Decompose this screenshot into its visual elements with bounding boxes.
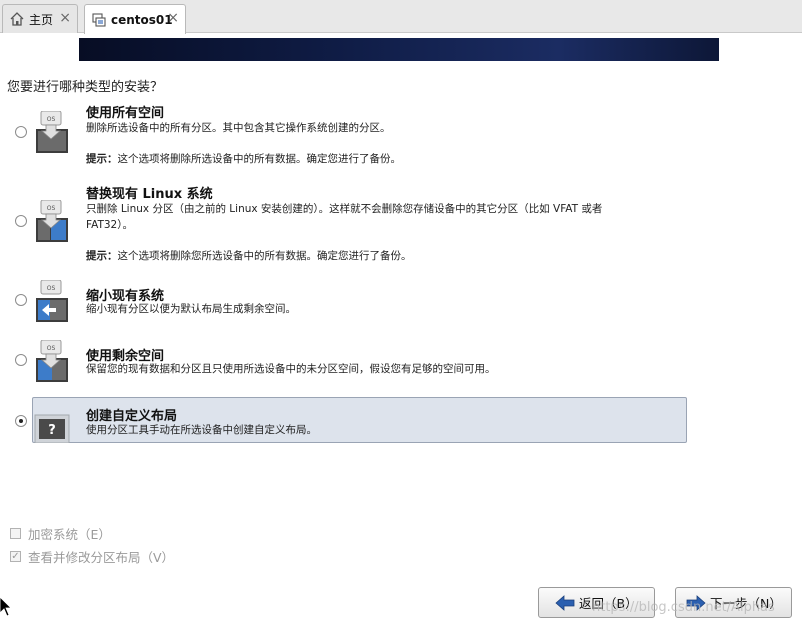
tab-centos01-label: centos01 bbox=[111, 12, 173, 27]
os-badge: OS bbox=[47, 205, 56, 212]
watermark: https://blog.csdn.net/Alphas bbox=[592, 600, 775, 615]
radio-replace-linux[interactable] bbox=[15, 215, 27, 227]
review-layout-checkbox[interactable]: ✓ 查看并修改分区布局（V） bbox=[10, 547, 174, 566]
review-label: 查看并修改分区布局（V） bbox=[28, 550, 175, 565]
option-hint: 提示：这个选项将删除所选设备中的所有数据。确定您进行了备份。 bbox=[86, 151, 401, 166]
tab-home-label: 主页 bbox=[29, 12, 54, 27]
radio-use-free-space[interactable] bbox=[15, 354, 27, 366]
tab-home-close-icon[interactable]: × bbox=[59, 10, 71, 26]
vm-icon bbox=[92, 12, 106, 27]
encrypt-checkbox-box[interactable] bbox=[10, 528, 21, 539]
tab-centos01[interactable]: centos01 × bbox=[84, 4, 186, 34]
arrow-left-icon bbox=[555, 594, 575, 611]
option-custom-layout[interactable]: ? 创建自定义布局 使用分区工具手动在所选设备中创建自定义布局。 bbox=[8, 397, 698, 445]
os-badge: OS bbox=[47, 116, 56, 123]
tab-home[interactable]: 主页 × bbox=[2, 4, 78, 33]
option-desc: 只删除 Linux 分区（由之前的 Linux 安装创建的）。这样就不会删除您存… bbox=[86, 203, 603, 231]
tab-centos01-close-icon[interactable]: × bbox=[167, 10, 179, 26]
encrypt-label: 加密系统（E） bbox=[28, 527, 111, 542]
mouse-cursor-icon bbox=[0, 597, 12, 617]
hint-text: 这个选项将删除您所选设备中的所有数据。确定您进行了备份。 bbox=[117, 250, 412, 262]
radio-shrink-system[interactable] bbox=[15, 294, 27, 306]
radio-use-all-space[interactable] bbox=[15, 126, 27, 138]
tab-bar: 主页 × centos01 × bbox=[0, 0, 802, 34]
hint-text: 这个选项将删除所选设备中的所有数据。确定您进行了备份。 bbox=[117, 153, 402, 165]
hint-label: 提示： bbox=[86, 153, 118, 165]
option-use-all-space[interactable]: OS 使用所有空间 删除所选设备中的所有分区。其中包含其它操作系统创建的分区。 … bbox=[8, 100, 698, 170]
os-badge: OS bbox=[47, 285, 56, 292]
option-shrink-system[interactable]: OS 缩小现有系统 缩小现有分区以便为默认布局生成剩余空间。 bbox=[8, 280, 698, 329]
radio-custom-layout[interactable] bbox=[15, 415, 27, 427]
shrink-system-icon: OS bbox=[36, 280, 68, 322]
use-all-space-icon: OS bbox=[36, 111, 68, 153]
encrypt-system-checkbox[interactable]: 加密系统（E） bbox=[10, 524, 111, 543]
custom-layout-icon: ? bbox=[34, 414, 70, 443]
use-free-space-icon: OS bbox=[36, 340, 68, 382]
option-title: 替换现有 Linux 系统 bbox=[86, 187, 213, 202]
option-desc: 保留您的现有数据和分区且只使用所选设备中的未分区空间，假设您有足够的空间可用。 bbox=[86, 363, 496, 375]
option-replace-linux[interactable]: OS 替换现有 Linux 系统 只删除 Linux 分区（由之前的 Linux… bbox=[8, 181, 698, 265]
option-use-free-space[interactable]: OS 使用剩余空间 保留您的现有数据和分区且只使用所选设备中的未分区空间，假设您… bbox=[8, 340, 698, 389]
option-hint: 提示：这个选项将删除您所选设备中的所有数据。确定您进行了备份。 bbox=[86, 248, 412, 263]
option-desc: 缩小现有分区以便为默认布局生成剩余空间。 bbox=[86, 303, 296, 315]
question-badge: ? bbox=[48, 423, 56, 438]
hint-label: 提示： bbox=[86, 250, 118, 262]
install-type-question: 您要进行哪种类型的安装？ bbox=[7, 80, 164, 95]
option-desc: 使用分区工具手动在所选设备中创建自定义布局。 bbox=[86, 424, 317, 436]
installer-banner bbox=[79, 38, 719, 61]
option-title: 使用所有空间 bbox=[86, 106, 165, 121]
home-icon bbox=[10, 12, 24, 26]
option-desc: 删除所选设备中的所有分区。其中包含其它操作系统创建的分区。 bbox=[86, 122, 391, 134]
os-badge: OS bbox=[47, 345, 56, 352]
review-checkbox-box[interactable]: ✓ bbox=[10, 551, 21, 562]
replace-linux-icon: OS bbox=[36, 200, 68, 242]
